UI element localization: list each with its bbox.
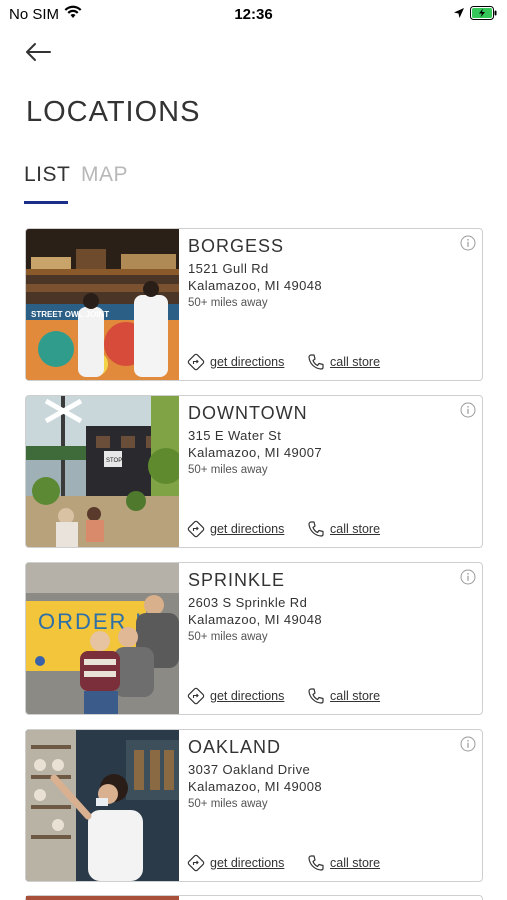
get-directions-label: get directions (210, 355, 285, 369)
get-directions-link[interactable]: get directions (187, 686, 284, 706)
battery-icon (470, 6, 497, 20)
location-photo: ORDER UP (26, 563, 179, 714)
call-store-link[interactable]: call store (307, 352, 380, 372)
location-distance: 50+ miles away (188, 297, 268, 309)
location-photo: STOP (26, 396, 179, 547)
call-store-link[interactable]: call store (307, 853, 380, 873)
call-store-label: call store (330, 689, 381, 703)
directions-icon (187, 353, 205, 371)
phone-icon (308, 354, 324, 370)
location-city: Kalamazoo, MI 49007 (188, 445, 323, 460)
page-title: LOCATIONS (26, 96, 201, 128)
get-directions-link[interactable]: get directions (187, 352, 284, 372)
info-icon[interactable] (460, 402, 476, 418)
directions-icon (187, 687, 205, 705)
phone-icon (308, 521, 324, 537)
location-street: 315 E Water St (188, 428, 282, 443)
tab-map[interactable]: MAP (81, 163, 128, 187)
active-tab-indicator (24, 201, 68, 204)
get-directions-link[interactable]: get directions (187, 853, 284, 873)
location-city: Kalamazoo, MI 49048 (188, 612, 323, 627)
location-name: SPRINKLE (188, 570, 286, 590)
location-name: DOWNTOWN (188, 403, 308, 423)
location-card-oakland[interactable]: OAKLAND 3037 Oakland Drive Kalamazoo, MI… (25, 729, 483, 882)
location-city: Kalamazoo, MI 49048 (188, 278, 323, 293)
location-card-borgess[interactable]: STREET OWL JOINT BORGESS 1521 Gull Rd Ka… (25, 228, 483, 381)
phone-icon (308, 688, 324, 704)
location-city: Kalamazoo, MI 49008 (188, 779, 323, 794)
phone-icon (308, 855, 324, 871)
call-store-link[interactable]: call store (307, 519, 380, 539)
info-icon[interactable] (460, 736, 476, 752)
info-icon[interactable] (460, 569, 476, 585)
directions-icon (187, 854, 205, 872)
get-directions-label: get directions (210, 856, 285, 870)
photo-sign-text: STREET OWL JOINT (31, 310, 109, 319)
clock: 12:36 (234, 6, 273, 23)
location-street: 1521 Gull Rd (188, 261, 269, 276)
location-photo (26, 896, 179, 900)
location-card-sprinkle[interactable]: ORDER UP SPRINKLE 2603 S Sprinkle Rd Kal… (25, 562, 483, 715)
location-distance: 50+ miles away (188, 798, 268, 810)
call-store-label: call store (330, 355, 381, 369)
location-card-downtown[interactable]: STOP DOWNTOWN 315 E Water St Kalamazoo, … (25, 395, 483, 548)
status-bar: No SIM 12:36 (0, 0, 507, 30)
location-photo (26, 730, 179, 881)
location-photo: STREET OWL JOINT (26, 229, 179, 380)
location-distance: 50+ miles away (188, 464, 268, 476)
location-street: 2603 S Sprinkle Rd (188, 595, 308, 610)
call-store-label: call store (330, 522, 381, 536)
tab-list[interactable]: LIST (24, 163, 70, 187)
get-directions-link[interactable]: get directions (187, 519, 284, 539)
call-store-link[interactable]: call store (307, 686, 380, 706)
location-name: BORGESS (188, 236, 285, 256)
location-name: OAKLAND (188, 737, 282, 757)
location-arrow-icon (454, 8, 464, 18)
info-icon[interactable] (460, 235, 476, 251)
photo-sign-text: STOP (106, 458, 122, 464)
call-store-label: call store (330, 856, 381, 870)
location-distance: 50+ miles away (188, 631, 268, 643)
location-street: 3037 Oakland Drive (188, 762, 311, 777)
back-arrow-icon[interactable] (24, 40, 52, 64)
location-card-partial[interactable] (25, 895, 483, 900)
get-directions-label: get directions (210, 689, 285, 703)
get-directions-label: get directions (210, 522, 285, 536)
location-list: STREET OWL JOINT BORGESS 1521 Gull Rd Ka… (25, 228, 483, 896)
directions-icon (187, 520, 205, 538)
